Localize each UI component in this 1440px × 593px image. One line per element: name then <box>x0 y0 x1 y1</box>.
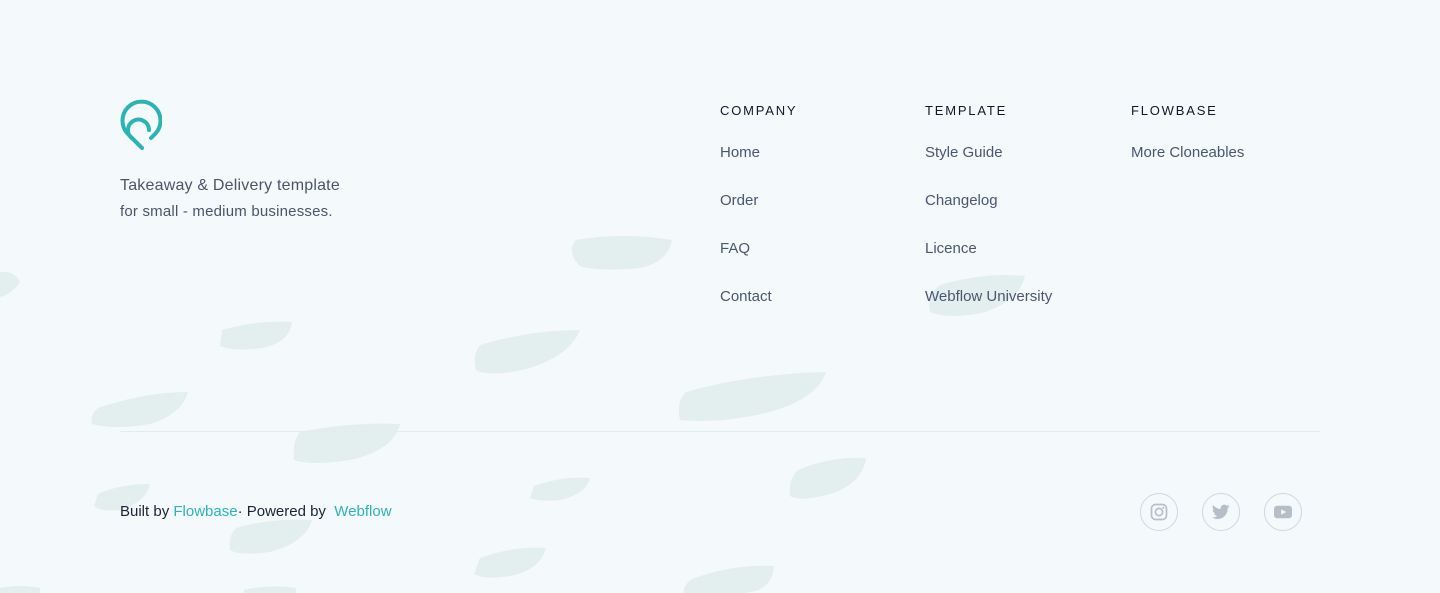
youtube-button[interactable] <box>1264 493 1302 531</box>
flowbase-link[interactable]: Flowbase <box>173 503 237 520</box>
site-footer: Takeaway & Delivery template for small -… <box>0 0 1440 593</box>
instagram-button[interactable] <box>1140 493 1178 531</box>
location-pin-logo-icon[interactable] <box>120 99 162 151</box>
footer-link-webflow-university[interactable]: Webflow University <box>925 288 1052 336</box>
footer-link-faq[interactable]: FAQ <box>720 240 797 288</box>
tagline-line-1: Takeaway & Delivery template <box>120 177 340 194</box>
footer-column-flowbase: FLOWBASE More Cloneables <box>1131 103 1244 192</box>
footer-link-contact[interactable]: Contact <box>720 288 797 336</box>
footer-link-order[interactable]: Order <box>720 192 797 240</box>
footer-link-changelog[interactable]: Changelog <box>925 192 1052 240</box>
column-heading-template: TEMPLATE <box>925 103 1008 118</box>
tagline-line-2: for small - medium businesses. <box>120 203 333 220</box>
footer-link-licence[interactable]: Licence <box>925 240 1052 288</box>
footer-link-home[interactable]: Home <box>720 144 797 192</box>
instagram-icon <box>1150 503 1168 521</box>
twitter-button[interactable] <box>1202 493 1240 531</box>
webflow-link[interactable]: Webflow <box>334 503 391 520</box>
footer-divider <box>120 431 1320 432</box>
twitter-icon <box>1212 504 1230 519</box>
footer-link-more-cloneables[interactable]: More Cloneables <box>1131 144 1244 192</box>
column-heading-flowbase: FLOWBASE <box>1131 103 1218 118</box>
brand-block: Takeaway & Delivery template for small -… <box>120 99 440 220</box>
built-by-text: Built by <box>120 503 174 520</box>
youtube-icon <box>1274 505 1292 519</box>
footer-link-style-guide[interactable]: Style Guide <box>925 144 1052 192</box>
footer-column-template: TEMPLATE Style Guide Changelog Licence W… <box>925 103 1052 336</box>
footer-credits: Built by Flowbase· Powered by Webflow <box>120 503 392 520</box>
column-heading-company: COMPANY <box>720 103 798 118</box>
powered-by-text: · Powered by <box>237 503 335 520</box>
social-links <box>1140 493 1302 531</box>
footer-column-company: COMPANY Home Order FAQ Contact <box>720 103 797 336</box>
